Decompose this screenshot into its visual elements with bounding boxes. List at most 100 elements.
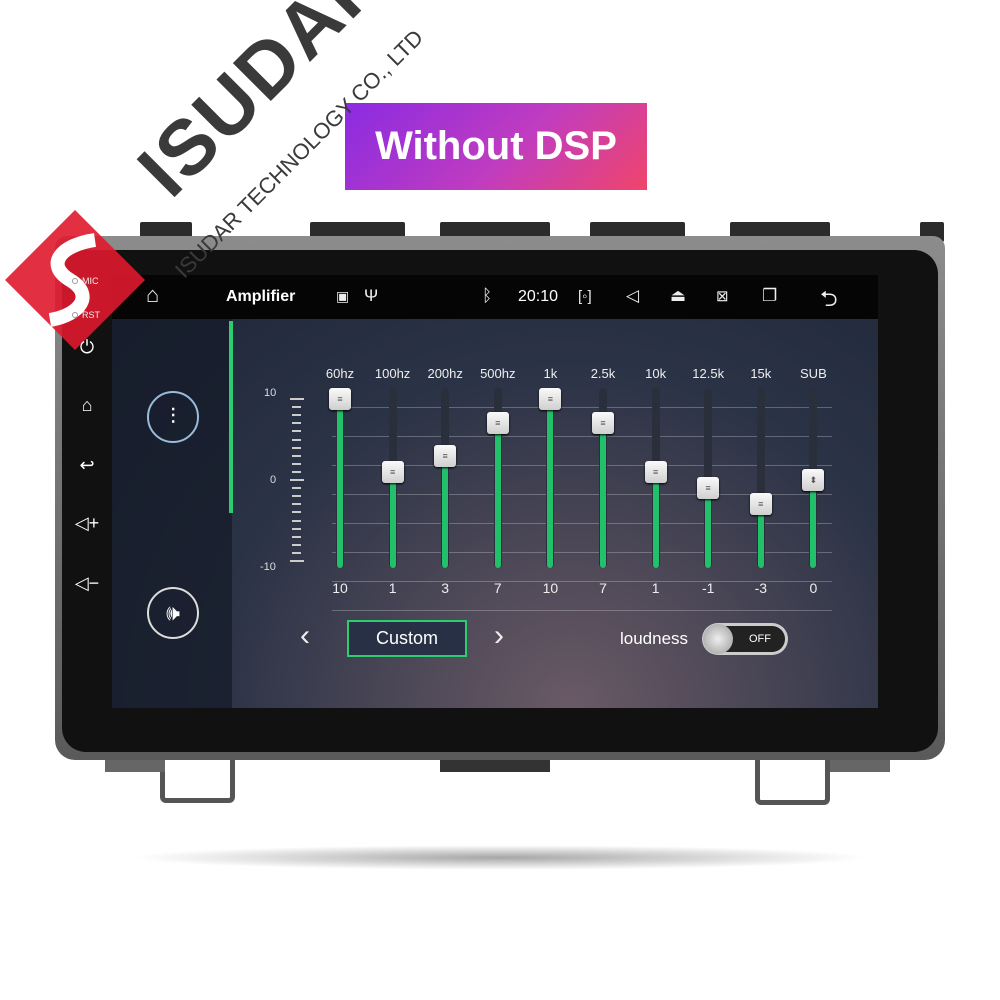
band-value: 7 bbox=[599, 580, 607, 596]
slider-thumb[interactable]: ≡ bbox=[644, 460, 667, 483]
scale-tick bbox=[292, 470, 301, 473]
slider-thumb[interactable]: ≡ bbox=[486, 412, 509, 435]
scale-tick bbox=[290, 479, 304, 481]
equalizer-icon[interactable]: ⫶ bbox=[147, 391, 199, 443]
band-label: 60hz bbox=[325, 366, 355, 381]
scale-tick bbox=[292, 511, 301, 514]
scale-tick bbox=[290, 560, 304, 562]
scale-tick bbox=[292, 551, 301, 554]
screen: ⌂ Amplifier ▣ Ψ ᛒ 20:10 [◦] ◁ ⏏ ⊠ ❐ ⮌ ⫶ … bbox=[112, 275, 878, 708]
reset-button[interactable]: RST bbox=[72, 310, 100, 320]
device-side-panel: MIC RST ⏻ ⌂ ↩ ◁+ ◁− bbox=[62, 262, 112, 712]
band-value: 0 bbox=[809, 580, 818, 596]
slider-fill bbox=[337, 399, 343, 568]
mount-clip bbox=[105, 758, 165, 772]
slider-thumb[interactable]: ≡ bbox=[434, 444, 457, 467]
scale-tick bbox=[292, 495, 301, 498]
slider-fill bbox=[547, 399, 554, 568]
mic-indicator: MIC bbox=[72, 276, 99, 286]
scale-tick bbox=[292, 446, 301, 449]
mount-clip bbox=[440, 758, 550, 772]
band-label: 500hz bbox=[480, 366, 516, 381]
scale-tick bbox=[292, 527, 301, 530]
volume-down-icon[interactable]: ◁− bbox=[74, 570, 100, 596]
mic-label: MIC bbox=[82, 276, 99, 286]
scale-tick bbox=[292, 503, 301, 506]
scale-tick bbox=[292, 422, 301, 425]
scale-tick bbox=[292, 519, 301, 522]
scale-tick bbox=[292, 462, 301, 465]
slider-thumb[interactable]: ≡ bbox=[329, 388, 351, 410]
toggle-knob bbox=[703, 624, 733, 654]
band-label: 100hz bbox=[374, 366, 411, 381]
slider-thumb[interactable]: ≡ bbox=[381, 460, 404, 483]
speaker-icon[interactable]: ◁ bbox=[626, 286, 639, 306]
mount-clip bbox=[830, 758, 890, 772]
eject-icon[interactable]: ⏏ bbox=[670, 286, 686, 306]
balance-speaker-icon[interactable]: 🕪 bbox=[147, 587, 199, 639]
band-label: 2.5k bbox=[590, 366, 616, 381]
power-icon[interactable]: ⏻ bbox=[74, 334, 100, 360]
band-label: 12.5k bbox=[692, 366, 725, 381]
app-title: Amplifier bbox=[226, 288, 296, 305]
grid-line bbox=[332, 610, 832, 611]
band-label: 1k bbox=[543, 366, 558, 381]
slider-thumb[interactable]: ⬍ bbox=[802, 469, 825, 491]
slider-fill bbox=[389, 471, 396, 568]
device-shadow bbox=[130, 845, 870, 870]
mount-bracket bbox=[755, 755, 830, 805]
loudness-toggle[interactable]: OFF bbox=[702, 623, 788, 655]
scale-tick bbox=[292, 535, 301, 538]
slider-fill bbox=[600, 423, 606, 568]
home-icon[interactable]: ⌂ bbox=[74, 392, 100, 418]
slider-thumb[interactable]: ≡ bbox=[749, 493, 772, 516]
preset-selector[interactable]: Custom bbox=[347, 620, 467, 657]
band-value: 7 bbox=[493, 580, 502, 596]
amplifier-side-menu: ⫶ 🕪 bbox=[112, 319, 232, 708]
slider-fill bbox=[442, 455, 449, 568]
screen-off-icon[interactable]: ⊠ bbox=[716, 287, 729, 305]
status-bar: ⌂ Amplifier ▣ Ψ ᛒ 20:10 [◦] ◁ ⏏ ⊠ ❐ ⮌ bbox=[112, 275, 878, 319]
volume-up-icon[interactable]: ◁+ bbox=[74, 510, 100, 536]
mount-bracket bbox=[160, 755, 235, 803]
band-value: 10 bbox=[332, 580, 348, 596]
toggle-state: OFF bbox=[749, 633, 771, 645]
camera-icon[interactable]: [◦] bbox=[578, 288, 592, 305]
scale-tick bbox=[292, 454, 301, 457]
slider-fill bbox=[494, 423, 501, 568]
scale-min-label: -10 bbox=[260, 561, 276, 573]
usb-icon: Ψ bbox=[364, 286, 379, 305]
image-icon: ▣ bbox=[336, 288, 350, 304]
band-label: SUB bbox=[800, 366, 827, 381]
slider-thumb[interactable]: ≡ bbox=[697, 477, 720, 500]
scale-tick bbox=[292, 406, 301, 409]
band-value: 10 bbox=[542, 580, 559, 596]
promo-banner: Without DSP bbox=[345, 103, 647, 190]
band-label: 10k bbox=[645, 366, 667, 381]
back-icon[interactable]: ⮌ bbox=[820, 282, 838, 320]
scale-tick bbox=[290, 398, 304, 400]
previous-preset-button[interactable]: ‹ bbox=[300, 619, 310, 653]
bluetooth-icon: ᛒ bbox=[482, 286, 493, 305]
scale-tick bbox=[292, 430, 301, 433]
band-label: 200hz bbox=[427, 366, 463, 381]
slider-fill bbox=[705, 488, 712, 568]
selected-indicator bbox=[229, 321, 233, 513]
slider-fill bbox=[810, 480, 817, 568]
band-value: 1 bbox=[651, 580, 660, 596]
band-value: -3 bbox=[754, 580, 768, 596]
scale-tick bbox=[292, 438, 301, 441]
band-value: 3 bbox=[441, 580, 450, 596]
back-icon[interactable]: ↩ bbox=[74, 452, 100, 478]
scale-tick bbox=[292, 487, 301, 490]
clock: 20:10 bbox=[518, 288, 559, 305]
scale-mid-label: 0 bbox=[270, 474, 277, 486]
loudness-label: loudness bbox=[620, 629, 689, 648]
recent-apps-icon[interactable]: ❐ bbox=[762, 286, 777, 306]
next-preset-button[interactable]: › bbox=[494, 619, 504, 653]
rst-label: RST bbox=[82, 310, 100, 320]
band-value: 1 bbox=[388, 580, 397, 596]
slider-fill bbox=[652, 471, 659, 568]
slider-thumb[interactable]: ≡ bbox=[592, 412, 614, 435]
slider-thumb[interactable]: ≡ bbox=[539, 388, 562, 410]
